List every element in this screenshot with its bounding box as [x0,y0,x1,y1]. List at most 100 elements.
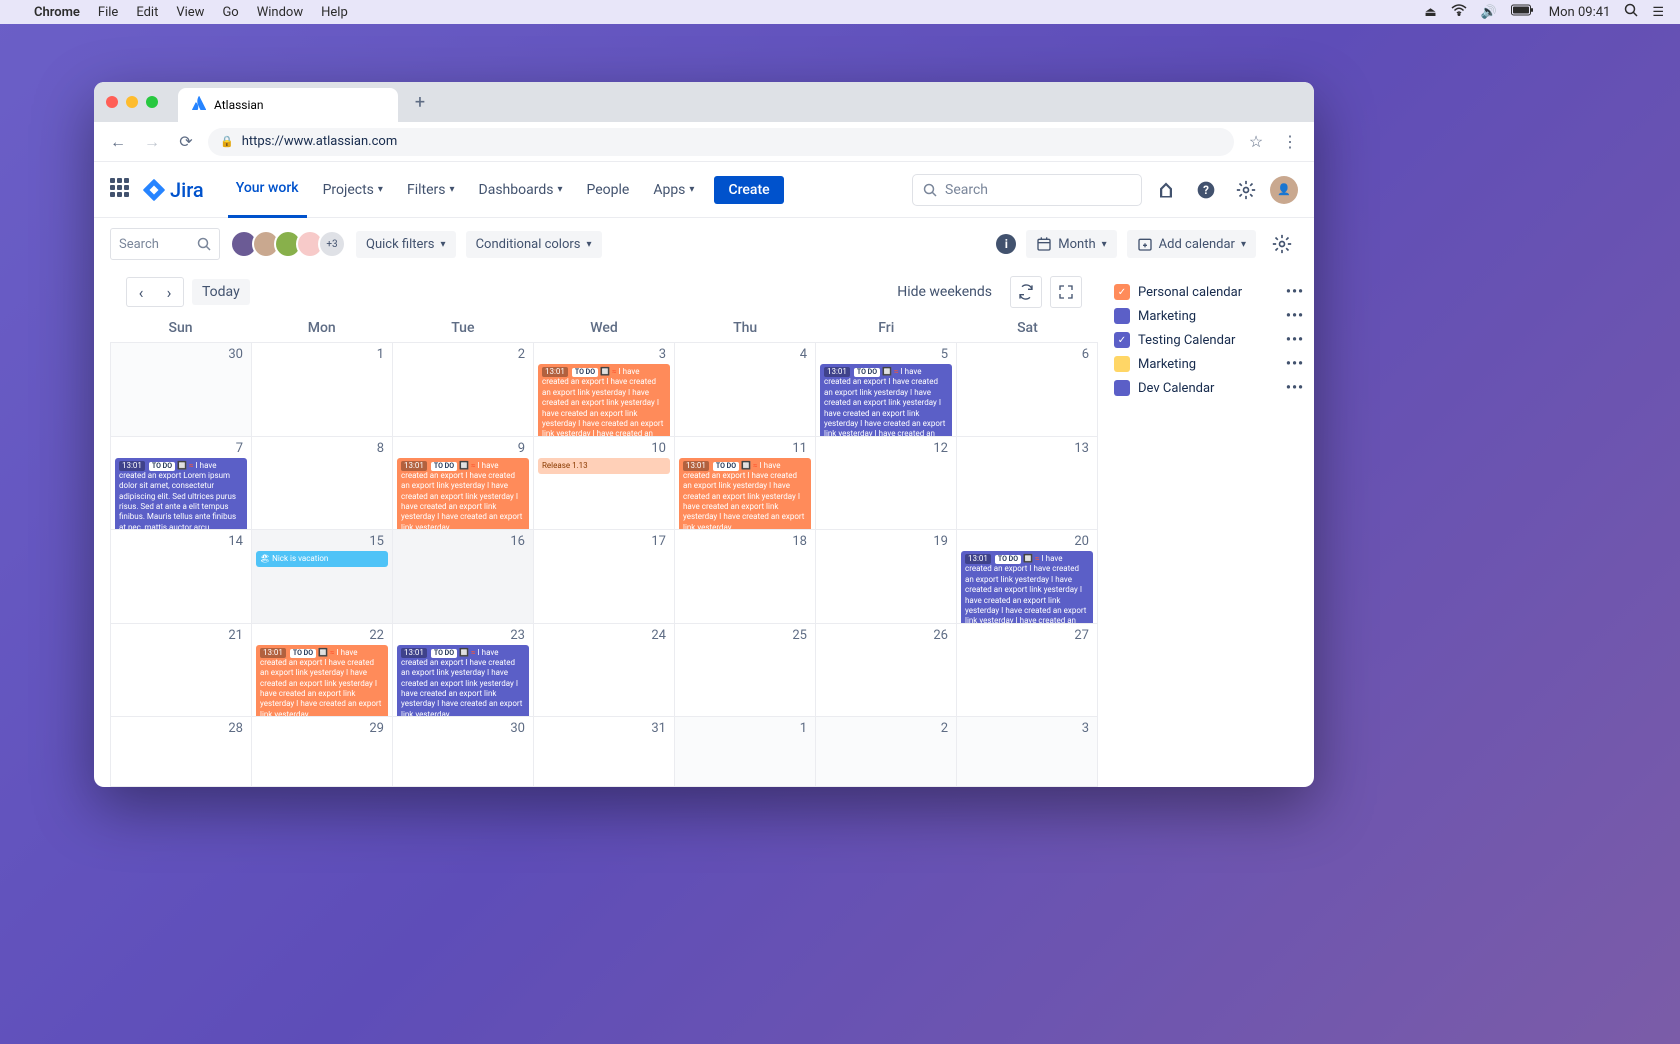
calendar-day-cell[interactable]: 1 [252,343,393,437]
calendar-day-cell[interactable]: 2313:01 TO DO 🔲 ≈ I have created an expo… [393,624,534,718]
info-badge-icon[interactable]: i [996,234,1016,254]
calendar-day-cell[interactable]: 24 [534,624,675,718]
reload-button[interactable]: ⟳ [174,130,198,154]
volume-icon[interactable]: 🔊 [1481,5,1497,20]
close-window-button[interactable] [106,96,118,108]
calendar-day-cell[interactable]: 2 [393,343,534,437]
browser-tab[interactable]: Atlassian [178,88,398,122]
url-bar[interactable]: 🔒 https://www.atlassian.com [208,128,1234,156]
calendar-day-cell[interactable]: 28 [111,717,252,787]
legend-item[interactable]: ✓Testing Calendar••• [1114,328,1304,352]
avatar-stack[interactable]: +3 [230,230,346,258]
calendar-day-cell[interactable]: 6 [957,343,1098,437]
calendar-day-cell[interactable]: 713:01 TO DO 🔲 ≈ I have created an expor… [111,437,252,531]
user-avatar[interactable]: 👤 [1270,176,1298,204]
legend-checkbox[interactable] [1114,308,1130,324]
calendar-event[interactable]: 13:01 TO DO 🔲 ≈ I have created an export… [961,551,1093,624]
nav-filters[interactable]: Filters▾ [399,162,463,218]
maximize-window-button[interactable] [146,96,158,108]
forward-button[interactable]: → [140,130,164,154]
settings-gear-icon[interactable] [1230,174,1262,206]
back-button[interactable]: ← [106,130,130,154]
mac-clock[interactable]: Mon 09:41 [1549,5,1611,20]
create-button[interactable]: Create [714,176,783,204]
calendar-day-cell[interactable]: 2013:01 TO DO 🔲 ≈ I have created an expo… [957,530,1098,624]
calendar-day-cell[interactable]: 8 [252,437,393,531]
calendar-day-cell[interactable]: 19 [816,530,957,624]
calendar-event[interactable]: Release 1.13 [538,458,670,474]
calendar-day-cell[interactable]: 16 [393,530,534,624]
calendar-day-cell[interactable]: 30 [111,343,252,437]
calendar-day-cell[interactable]: 21 [111,624,252,718]
mac-app-name[interactable]: Chrome [34,5,80,20]
fullscreen-button[interactable] [1050,276,1082,308]
legend-item[interactable]: Marketing••• [1114,304,1304,328]
legend-checkbox[interactable] [1114,356,1130,372]
calendar-search-input[interactable]: Search [110,228,220,260]
airplay-icon[interactable]: ⏏ [1424,5,1436,20]
legend-checkbox[interactable]: ✓ [1114,284,1130,300]
conditional-colors-button[interactable]: Conditional colors▾ [466,231,602,258]
battery-icon[interactable] [1511,4,1535,20]
control-center-icon[interactable]: ☰ [1652,5,1664,20]
calendar-day-cell[interactable]: 1 [675,717,816,787]
calendar-day-cell[interactable]: 18 [675,530,816,624]
calendar-event[interactable]: 13:01 TO DO 🔲 ≈ I have created an export… [679,458,811,531]
calendar-day-cell[interactable]: 2213:01 TO DO 🔲 ≈ I have created an expo… [252,624,393,718]
wifi-icon[interactable] [1451,4,1467,20]
avatar-overflow[interactable]: +3 [318,230,346,258]
calendar-day-cell[interactable]: 913:01 TO DO 🔲 ≈ I have created an expor… [393,437,534,531]
nav-dashboards[interactable]: Dashboards▾ [471,162,571,218]
global-search-input[interactable]: Search [912,174,1142,206]
legend-item[interactable]: Dev Calendar••• [1114,376,1304,400]
calendar-event[interactable]: 13:01 TO DO 🔲 ≈ I have created an export… [397,645,529,718]
calendar-settings-gear-icon[interactable] [1266,228,1298,260]
next-period-button[interactable]: › [155,278,183,306]
bookmark-star-icon[interactable]: ☆ [1244,132,1268,151]
mac-menu-help[interactable]: Help [321,5,348,20]
legend-item[interactable]: Marketing••• [1114,352,1304,376]
calendar-day-cell[interactable]: 25 [675,624,816,718]
calendar-day-cell[interactable]: 13 [957,437,1098,531]
calendar-day-cell[interactable]: 31 [534,717,675,787]
calendar-day-cell[interactable]: 3 [957,717,1098,787]
legend-more-icon[interactable]: ••• [1286,356,1304,372]
mac-menu-view[interactable]: View [176,5,204,20]
calendar-day-cell[interactable]: 29 [252,717,393,787]
calendar-day-cell[interactable]: 27 [957,624,1098,718]
browser-menu-icon[interactable]: ⋮ [1278,132,1302,151]
app-switcher-icon[interactable] [110,178,134,202]
calendar-day-cell[interactable]: 15🏖 Nick is vacation [252,530,393,624]
calendar-day-cell[interactable]: 1113:01 TO DO 🔲 ≈ I have created an expo… [675,437,816,531]
calendar-day-cell[interactable]: 513:01 TO DO 🔲 ≈ I have created an expor… [816,343,957,437]
calendar-day-cell[interactable]: 30 [393,717,534,787]
nav-apps[interactable]: Apps▾ [645,162,702,218]
calendar-day-cell[interactable]: 12 [816,437,957,531]
legend-more-icon[interactable]: ••• [1286,332,1304,348]
calendar-day-cell[interactable]: 4 [675,343,816,437]
new-tab-button[interactable]: + [406,88,434,116]
hide-weekends-toggle[interactable]: Hide weekends [887,279,1002,305]
nav-people[interactable]: People [578,162,637,218]
add-calendar-button[interactable]: Add calendar▾ [1127,230,1256,258]
mac-menu-go[interactable]: Go [222,5,238,20]
calendar-day-cell[interactable]: 17 [534,530,675,624]
calendar-day-cell[interactable]: 14 [111,530,252,624]
calendar-event[interactable]: 13:01 TO DO 🔲 ≈ I have created an export… [397,458,529,531]
calendar-day-cell[interactable]: 313:01 TO DO 🔲 ≈ I have created an expor… [534,343,675,437]
nav-your-work[interactable]: Your work [228,162,307,218]
calendar-event[interactable]: 13:01 TO DO 🔲 ≈ I have created an export… [538,364,670,437]
calendar-event[interactable]: 13:01 TO DO 🔲 ≈ I have created an export… [256,645,388,718]
legend-checkbox[interactable]: ✓ [1114,332,1130,348]
mac-menu-edit[interactable]: Edit [136,5,158,20]
today-button[interactable]: Today [192,279,250,305]
calendar-day-cell[interactable]: 2 [816,717,957,787]
help-icon[interactable]: ? [1190,174,1222,206]
quick-filters-button[interactable]: Quick filters▾ [356,231,456,258]
calendar-event[interactable]: 13:01 TO DO 🔲 ≈ I have created an export… [820,364,952,437]
jira-logo[interactable]: Jira [142,178,204,202]
notifications-icon[interactable] [1150,174,1182,206]
spotlight-icon[interactable] [1624,3,1638,21]
calendar-day-cell[interactable]: 10Release 1.13 [534,437,675,531]
refresh-button[interactable] [1010,276,1042,308]
